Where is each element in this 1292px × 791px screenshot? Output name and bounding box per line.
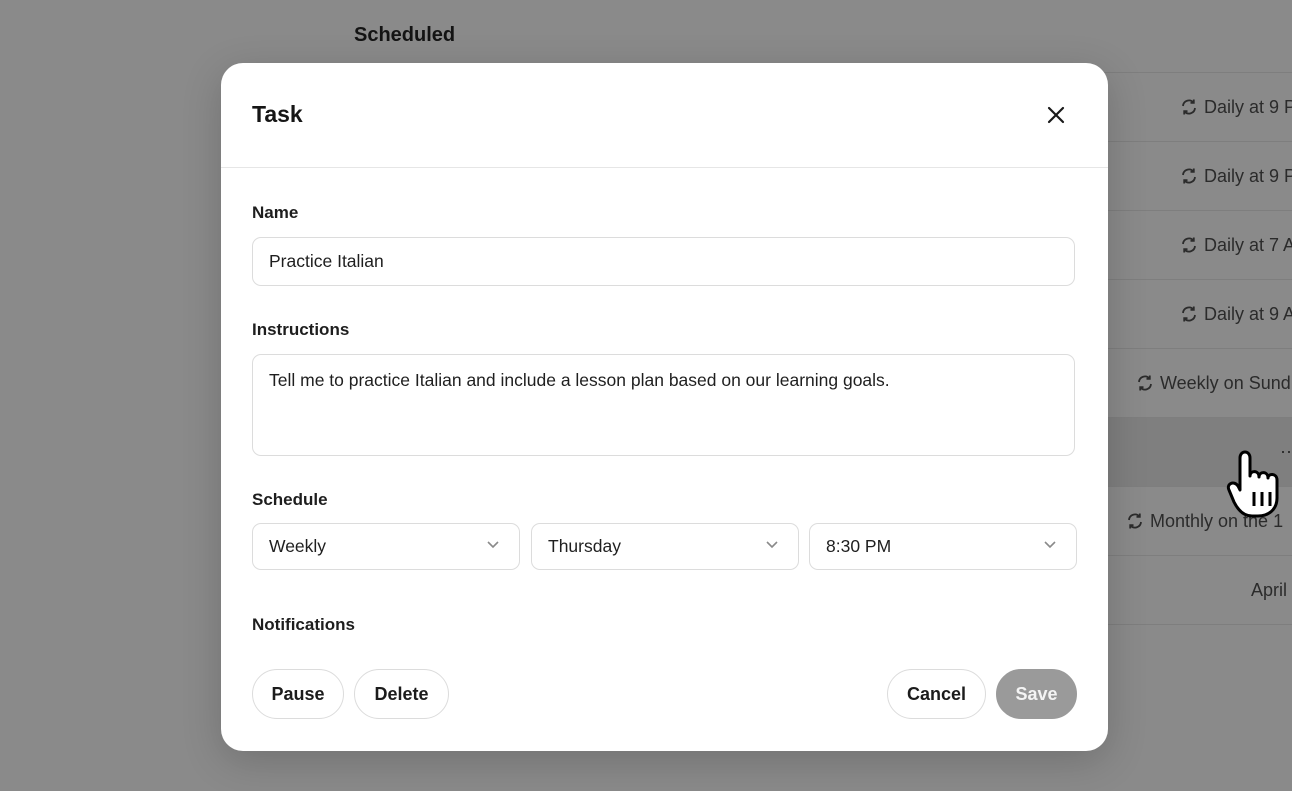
instructions-label: Instructions xyxy=(252,320,350,339)
task-schedule-text: Daily at 9 P xyxy=(1204,166,1292,186)
chevron-down-icon xyxy=(487,541,499,549)
task-dialog: Task Name Instructions Tell me to practi… xyxy=(221,63,1108,751)
hand-pointer-cursor-icon xyxy=(1226,450,1279,518)
cancel-button[interactable]: Cancel xyxy=(887,669,986,719)
name-input[interactable] xyxy=(252,237,1075,286)
frequency-select[interactable]: Weekly xyxy=(252,523,520,570)
instructions-textarea[interactable]: Tell me to practice Italian and include … xyxy=(252,354,1075,456)
task-schedule-text: Weekly on Sund xyxy=(1160,373,1291,393)
day-select[interactable]: Thursday xyxy=(531,523,799,570)
time-value: 8:30 PM xyxy=(826,536,892,556)
repeat-icon xyxy=(1182,237,1196,253)
save-button[interactable]: Save xyxy=(996,669,1077,719)
task-schedule-text: April xyxy=(1251,580,1288,600)
task-schedule-text: Daily at 7 A xyxy=(1204,235,1292,255)
day-value: Thursday xyxy=(548,536,621,556)
task-schedule-text: Daily at 9 A xyxy=(1204,304,1292,324)
repeat-icon xyxy=(1128,513,1142,529)
repeat-icon xyxy=(1138,375,1152,391)
close-icon[interactable] xyxy=(1046,105,1066,125)
repeat-icon xyxy=(1182,99,1196,115)
dialog-header: Task xyxy=(221,63,1108,168)
repeat-icon xyxy=(1182,306,1196,322)
frequency-value: Weekly xyxy=(269,536,327,556)
chevron-down-icon xyxy=(1044,541,1056,549)
repeat-icon xyxy=(1182,168,1196,184)
chevron-down-icon xyxy=(766,541,778,549)
task-schedule-text: Daily at 9 P xyxy=(1204,97,1292,117)
delete-button[interactable]: Delete xyxy=(354,669,449,719)
pause-button[interactable]: Pause xyxy=(252,669,344,719)
name-label: Name xyxy=(252,203,299,222)
schedule-label: Schedule xyxy=(252,490,328,509)
page-section-title: Scheduled xyxy=(354,24,456,46)
dialog-title: Task xyxy=(252,101,303,127)
notifications-label: Notifications xyxy=(252,615,355,634)
time-select[interactable]: 8:30 PM xyxy=(809,523,1077,570)
